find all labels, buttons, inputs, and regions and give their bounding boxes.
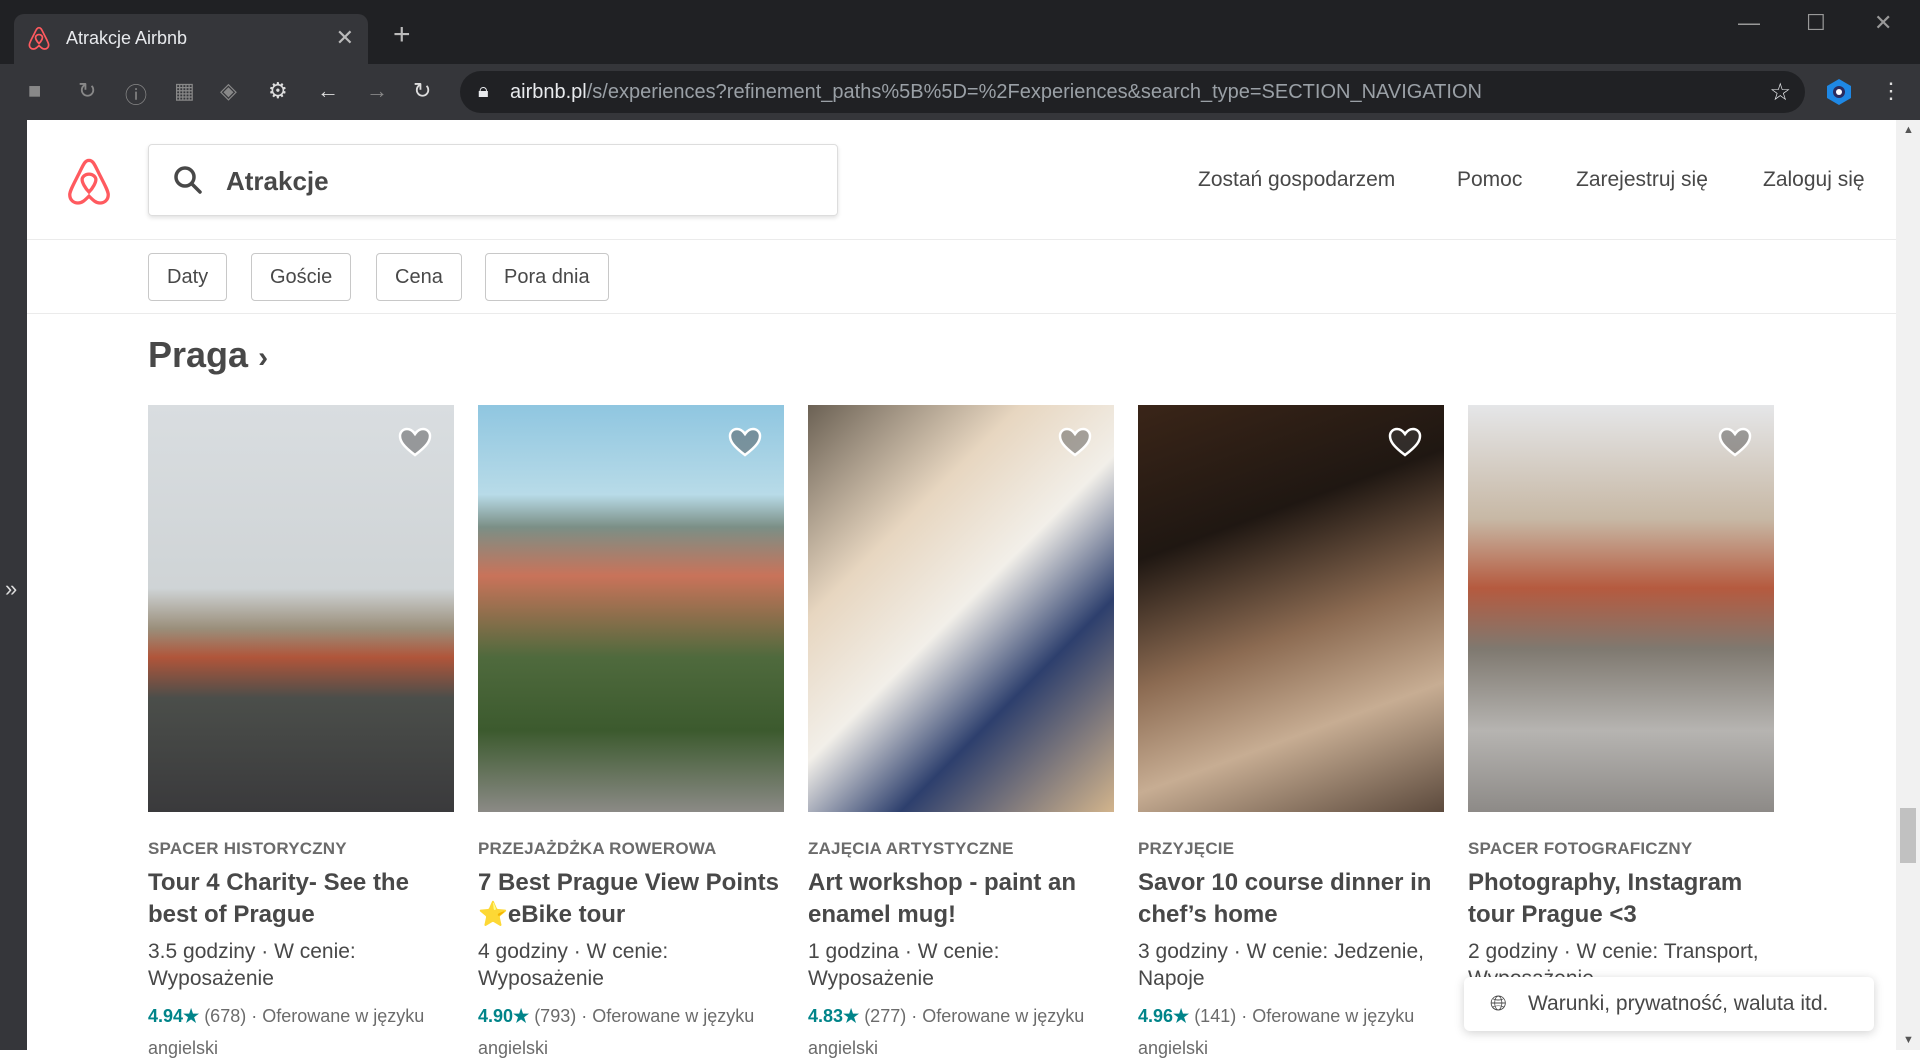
experience-photo[interactable] [1468, 405, 1774, 812]
experience-details: 3.5 godziny · W cenie: Wyposażenie [148, 940, 356, 990]
experience-details: 1 godzina · W cenie: Wyposażenie [808, 940, 1000, 990]
search-input[interactable]: Atrakcje [148, 144, 838, 216]
scroll-down-icon[interactable]: ▼ [1903, 1034, 1914, 1046]
bookmark-star-icon[interactable]: ☆ [1769, 78, 1791, 107]
search-icon [174, 166, 202, 194]
experience-card[interactable]: ZAJĘCIA ARTYSTYCZNE Art workshop - paint… [808, 405, 1114, 1064]
side-panel-toggle[interactable]: » [0, 120, 27, 1050]
scroll-thumb[interactable] [1900, 808, 1916, 863]
footer-links-button[interactable]: 🌐︎ Warunki, prywatność, waluta itd. [1464, 977, 1874, 1031]
reload-icon[interactable]: ↻ [413, 78, 431, 104]
scrollbar[interactable]: ▲ ▼ [1896, 120, 1920, 1050]
experience-category: ZAJĘCIA ARTYSTYCZNE [808, 839, 1014, 858]
experience-card[interactable]: SPACER HISTORYCZNY Tour 4 Charity- See t… [148, 405, 454, 1064]
expand-icon[interactable]: » [5, 576, 17, 602]
sync-icon[interactable]: ↻ [78, 78, 96, 104]
section-title: Praga [148, 334, 249, 375]
address-bar[interactable]: 🔒︎ airbnb.pl/s/experiences?refinement_pa… [460, 71, 1805, 113]
section-heading[interactable]: Praga › [148, 334, 268, 376]
alert-icon[interactable]: ⓘ [125, 78, 147, 110]
camera-icon[interactable]: ■ [28, 78, 41, 104]
experience-category: SPACER FOTOGRAFICZNY [1468, 839, 1693, 858]
nav-sign-up[interactable]: Zarejestruj się [1576, 168, 1708, 192]
heart-icon[interactable] [1388, 427, 1422, 457]
menu-icon[interactable]: ⋮ [1880, 78, 1902, 104]
airbnb-logo-icon[interactable] [67, 157, 111, 205]
nav-help[interactable]: Pomoc [1457, 168, 1522, 192]
experience-photo[interactable] [148, 405, 454, 812]
search-value: Atrakcje [226, 166, 329, 196]
browser-tab[interactable]: Atrakcje Airbnb ✕ [14, 14, 368, 64]
gear-icon[interactable]: ⚙ [268, 78, 288, 104]
scroll-up-icon[interactable]: ▲ [1903, 124, 1914, 136]
experience-title[interactable]: 7 Best Prague View Points ⭐eBike tour [478, 867, 784, 931]
site-header: Atrakcje Zostań gospodarzem Pomoc Zareje… [27, 120, 1896, 240]
nav-become-host[interactable]: Zostań gospodarzem [1198, 168, 1395, 192]
extension-icon[interactable] [1826, 78, 1852, 106]
review-count: (277) [864, 1006, 907, 1026]
url-domain: airbnb.pl [510, 81, 587, 103]
minimize-icon[interactable]: — [1738, 10, 1760, 36]
experience-title[interactable]: Savor 10 course dinner in chef’s home [1138, 867, 1444, 931]
experience-rating-line: 4.94★ (678) · Oferowane w języku angiels… [148, 1000, 454, 1064]
experience-photo[interactable] [478, 405, 784, 812]
experience-title[interactable]: Photography, Instagram tour Prague <3 [1468, 867, 1774, 931]
experience-details: 3 godziny · W cenie: Jedzenie, Napoje [1138, 940, 1424, 990]
review-count: (678) [204, 1006, 247, 1026]
footer-popup-text: Warunki, prywatność, waluta itd. [1528, 992, 1829, 1015]
grid-icon[interactable]: ▦ [174, 78, 195, 104]
experience-rating-line: 4.90★ (793) · Oferowane w języku angiels… [478, 1000, 784, 1064]
heart-icon[interactable] [398, 427, 432, 457]
close-tab-icon[interactable]: ✕ [336, 25, 354, 51]
close-window-icon[interactable]: ✕ [1874, 10, 1892, 36]
experience-rating-line: 4.96★ (141) · Oferowane w języku angiels… [1138, 1000, 1444, 1064]
review-count: (141) [1194, 1006, 1237, 1026]
heart-icon[interactable] [1718, 427, 1752, 457]
experience-details: 4 godziny · W cenie: Wyposażenie [478, 940, 669, 990]
experience-category: PRZEJAŻDŻKA ROWEROWA [478, 839, 717, 858]
experience-card[interactable]: SPACER FOTOGRAFICZNY Photography, Instag… [1468, 405, 1774, 1032]
lock-icon: 🔒︎ [478, 80, 489, 102]
experience-title[interactable]: Tour 4 Charity- See the best of Prague [148, 867, 454, 931]
new-tab-button[interactable]: + [393, 18, 411, 52]
code-icon[interactable]: ◈ [220, 78, 237, 104]
nav-log-in[interactable]: Zaloguj się [1763, 168, 1865, 192]
globe-icon: 🌐︎ [1490, 992, 1507, 1015]
url-path: /s/experiences?refinement_paths%5B%5D=%2… [586, 81, 1482, 103]
filter-time-of-day[interactable]: Pora dnia [485, 253, 609, 301]
review-count: (793) [534, 1006, 577, 1026]
rating-value: 4.83★ [808, 1006, 860, 1026]
rating-value: 4.94★ [148, 1006, 200, 1026]
rating-value: 4.90★ [478, 1006, 530, 1026]
tab-title: Atrakcje Airbnb [66, 28, 188, 48]
back-icon[interactable]: ← [317, 78, 339, 104]
rating-value: 4.96★ [1138, 1006, 1190, 1026]
experience-photo[interactable] [1138, 405, 1444, 812]
forward-icon[interactable]: → [366, 78, 388, 104]
experience-rating-line: 4.83★ (277) · Oferowane w języku angiels… [808, 1000, 1114, 1064]
maximize-icon[interactable]: ☐ [1806, 10, 1826, 36]
filter-dates[interactable]: Daty [148, 253, 228, 301]
tab-bar: Atrakcje Airbnb ✕ + — ☐ ✕ [0, 0, 1920, 64]
experience-photo[interactable] [808, 405, 1114, 812]
filter-guests[interactable]: Goście [251, 253, 352, 301]
airbnb-favicon-icon [28, 26, 50, 50]
chevron-right-icon: › [258, 341, 269, 374]
filter-bar: Daty Goście Cena Pora dnia [27, 240, 1896, 314]
filter-price[interactable]: Cena [376, 253, 462, 301]
experience-category: PRZYJĘCIE [1138, 839, 1235, 858]
experience-category: SPACER HISTORYCZNY [148, 839, 347, 858]
heart-icon[interactable] [728, 427, 762, 457]
browser-toolbar: ■ ↻ ⓘ ▦ ◈ ⚙ ← → ↻ 🔒︎ airbnb.pl/s/experie… [0, 64, 1920, 120]
experience-title[interactable]: Art workshop - paint an enamel mug! [808, 867, 1114, 931]
heart-icon[interactable] [1058, 427, 1092, 457]
experience-card[interactable]: PRZEJAŻDŻKA ROWEROWA 7 Best Prague View … [478, 405, 784, 1064]
experience-card[interactable]: PRZYJĘCIE Savor 10 course dinner in chef… [1138, 405, 1444, 1064]
